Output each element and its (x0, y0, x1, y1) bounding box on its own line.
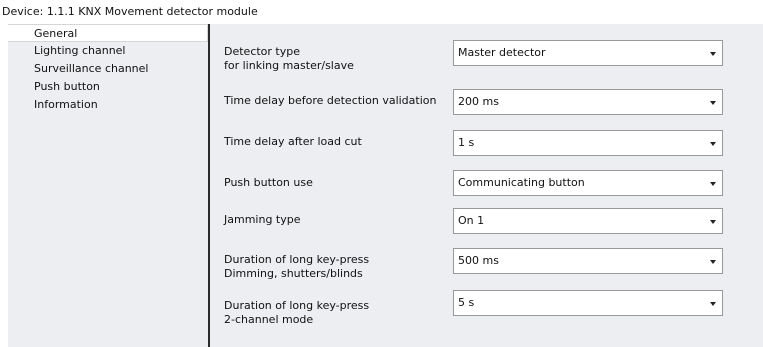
chevron-down-icon (710, 302, 716, 306)
nav-item-push-button[interactable]: Push button (8, 78, 208, 96)
param-label-line2: Dimming, shutters/blinds (224, 267, 363, 280)
chevron-down-icon (710, 142, 716, 146)
device-parameters-panel: General Lighting channel Surveillance ch… (8, 24, 763, 347)
select-value: 5 s (458, 296, 475, 309)
chevron-down-icon (710, 220, 716, 224)
param-label-line1: Duration of long key-press (224, 299, 370, 312)
param-label-jamming-type: Jamming type (224, 213, 434, 227)
param-label-line2: 2-channel mode (224, 313, 314, 326)
select-value: Master detector (458, 46, 546, 59)
detection-delay-select[interactable]: 200 ms (453, 89, 723, 115)
param-label-long-press-dimming: Duration of long key-press Dimming, shut… (224, 253, 434, 281)
select-value: 1 s (458, 136, 475, 149)
nav-item-lighting-channel[interactable]: Lighting channel (8, 42, 208, 60)
param-label-line1: Time delay before detection validation (224, 94, 437, 107)
chevron-down-icon (710, 182, 716, 186)
param-label-line1: Duration of long key-press (224, 253, 370, 266)
nav-item-general[interactable]: General (8, 24, 208, 42)
parameter-navigation: General Lighting channel Surveillance ch… (8, 24, 208, 347)
long-press-2-channel-select[interactable]: 5 s (453, 290, 723, 316)
select-value: 200 ms (458, 95, 499, 108)
param-label-load-cut-delay: Time delay after load cut (224, 135, 434, 149)
parameter-list: Detector type for linking master/slave M… (210, 24, 763, 347)
nav-item-surveillance-channel[interactable]: Surveillance channel (8, 60, 208, 78)
param-label-line1: Push button use (224, 176, 313, 189)
param-label-line1: Detector type (224, 45, 301, 58)
chevron-down-icon (710, 101, 716, 105)
select-value: 500 ms (458, 254, 499, 267)
param-label-detection-delay: Time delay before detection validation (224, 94, 437, 108)
long-press-dimming-select[interactable]: 500 ms (453, 248, 723, 274)
window-titlebar: Device: 1.1.1 KNX Movement detector modu… (0, 0, 763, 22)
nav-item-information[interactable]: Information (8, 96, 208, 114)
select-value: On 1 (458, 214, 485, 227)
detector-type-select[interactable]: Master detector (453, 40, 723, 66)
window-title: Device: 1.1.1 KNX Movement detector modu… (2, 5, 258, 18)
load-cut-delay-select[interactable]: 1 s (453, 130, 723, 156)
param-label-long-press-2-channel: Duration of long key-press 2-channel mod… (224, 299, 434, 327)
chevron-down-icon (710, 260, 716, 264)
chevron-down-icon (710, 52, 716, 56)
param-label-push-button-use: Push button use (224, 176, 434, 190)
param-label-detector-type: Detector type for linking master/slave (224, 45, 434, 73)
param-label-line2: for linking master/slave (224, 59, 354, 72)
jamming-type-select[interactable]: On 1 (453, 208, 723, 234)
push-button-use-select[interactable]: Communicating button (453, 170, 723, 196)
select-value: Communicating button (458, 176, 585, 189)
param-label-line1: Time delay after load cut (224, 135, 362, 148)
param-label-line1: Jamming type (224, 213, 301, 226)
